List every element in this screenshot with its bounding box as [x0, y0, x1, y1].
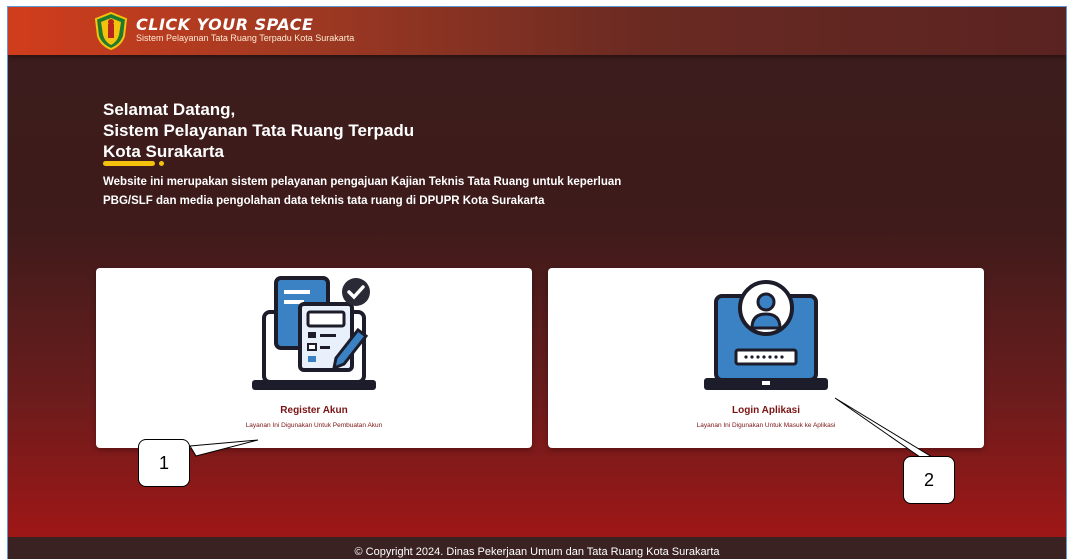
login-card-subtitle: Layanan Ini Digunakan Untuk Masuk ke Apl…	[696, 422, 836, 429]
top-navbar: CLICK YOUR SPACE Sistem Pelayanan Tata R…	[8, 7, 1066, 55]
login-application-card[interactable]: Login Aplikasi Layanan Ini Digunakan Unt…	[548, 268, 984, 448]
city-emblem-icon[interactable]	[94, 12, 128, 50]
page-title: Selamat Datang, Sistem Pelayanan Tata Ru…	[103, 99, 414, 162]
brand-subtitle: Sistem Pelayanan Tata Ruang Terpadu Kota…	[136, 33, 355, 43]
callout-number-2: 2	[903, 456, 955, 504]
callout-number-1: 1	[138, 439, 190, 487]
accent-dot	[159, 161, 164, 166]
hero-description: Website ini merupakan sistem pelayanan p…	[103, 176, 622, 207]
accent-bar	[103, 161, 155, 166]
register-card-title: Register Akun	[280, 405, 348, 416]
register-account-card[interactable]: Register Akun Layanan Ini Digunakan Untu…	[96, 268, 532, 448]
brand-title: CLICK YOUR SPACE	[136, 15, 314, 34]
hero-system-name: Sistem Pelayanan Tata Ruang Terpadu	[103, 121, 415, 140]
hero-city: Kota Surakarta	[103, 142, 224, 161]
hero-greeting: Selamat Datang,	[103, 100, 236, 119]
register-card-subtitle: Layanan Ini Digunakan Untuk Pembuatan Ak…	[245, 422, 383, 429]
footer-copyright: © Copyright 2024. Dinas Pekerjaan Umum d…	[8, 537, 1066, 559]
laptop-login-icon	[704, 280, 828, 390]
login-card-title: Login Aplikasi	[732, 405, 800, 416]
document-register-icon	[252, 276, 376, 390]
